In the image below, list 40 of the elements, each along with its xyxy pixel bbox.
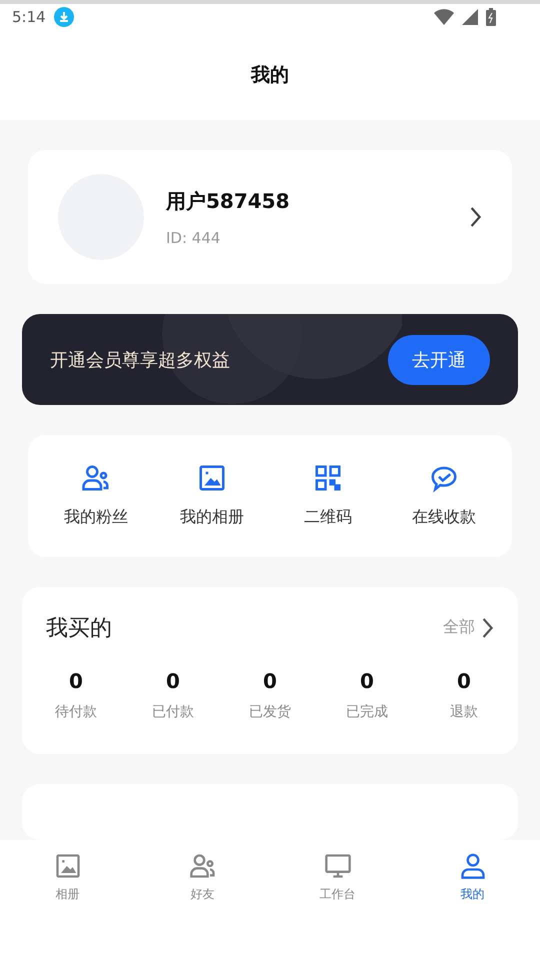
- shortcut-label[interactable]: 我的粉丝: [64, 507, 128, 528]
- order-count: 0: [166, 668, 180, 693]
- order-count: 0: [69, 668, 83, 693]
- nav-tab-label[interactable]: 好友: [190, 886, 214, 903]
- order-status-label[interactable]: 待付款: [55, 702, 97, 721]
- battery-icon: [486, 8, 496, 26]
- monitor-icon: [324, 852, 352, 880]
- status-time: 5:14: [12, 8, 46, 26]
- vip-banner-text: 开通会员尊享超多权益: [50, 348, 231, 372]
- qr-code-icon: [313, 463, 343, 494]
- order-status-label[interactable]: 已付款: [152, 702, 194, 721]
- people-icon: [81, 463, 111, 494]
- page-title: 我的: [251, 63, 289, 88]
- nav-tab-label[interactable]: 相册: [56, 886, 80, 903]
- user-name: 用户587458: [166, 188, 290, 215]
- people-icon: [188, 852, 216, 880]
- order-count: 0: [457, 668, 471, 693]
- user-id: ID: 444: [166, 228, 222, 247]
- order-status-label[interactable]: 已发货: [249, 702, 291, 721]
- order-count: 0: [360, 668, 374, 693]
- chevron-right-icon[interactable]: [468, 206, 482, 228]
- order-count: 0: [263, 668, 277, 693]
- nav-tab-label[interactable]: 工作台: [320, 886, 356, 903]
- signal-icon: [462, 9, 478, 25]
- order-status-label[interactable]: 已完成: [346, 702, 388, 721]
- orders-title: 我买的: [46, 614, 113, 643]
- person-icon: [458, 852, 486, 880]
- nav-tab-label[interactable]: 我的: [460, 886, 484, 903]
- chevron-right-icon[interactable]: [480, 616, 494, 639]
- shortcut-label[interactable]: 在线收款: [412, 507, 476, 528]
- order-status-label[interactable]: 退款: [450, 702, 478, 721]
- activate-button[interactable]: 去开通: [388, 334, 490, 385]
- wifi-icon: [434, 9, 454, 25]
- shortcut-label[interactable]: 我的相册: [180, 507, 244, 528]
- image-icon: [197, 463, 227, 494]
- image-icon: [54, 852, 82, 880]
- download-icon: [54, 7, 74, 27]
- shortcut-label[interactable]: 二维码: [304, 507, 352, 528]
- profile-card[interactable]: 用户587458 ID: 444: [28, 150, 512, 284]
- view-all-link[interactable]: 全部: [442, 617, 475, 638]
